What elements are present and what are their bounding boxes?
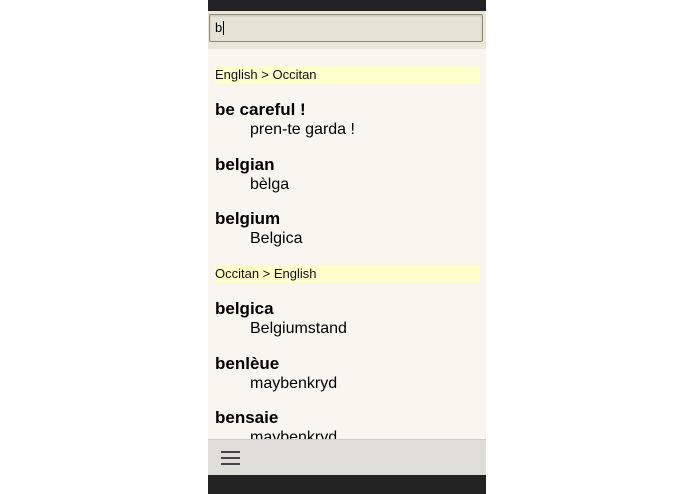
entry-term[interactable]: belgium [215, 209, 280, 229]
entry-definition: maybenkryd [250, 429, 338, 439]
phone-screen: b English > Occitan be careful ! pren-te… [208, 0, 486, 494]
entry-definition: Belgiumstand [250, 320, 347, 337]
menu-icon-line [221, 463, 240, 465]
status-bar [208, 0, 486, 11]
entry-term[interactable]: belgica [215, 299, 274, 319]
entry-definition: bèlga [250, 176, 290, 193]
menu-icon[interactable] [218, 446, 244, 470]
section-header-english-occitan: English > Occitan [215, 66, 480, 84]
search-input-value: b [215, 20, 223, 35]
navigation-bar [208, 475, 486, 494]
entry-term[interactable]: bensaie [215, 408, 278, 428]
entry-term[interactable]: be careful ! [215, 100, 306, 120]
entry-definition: pren-te garda ! [250, 121, 355, 138]
entry-definition: Belgica [250, 230, 303, 247]
search-bar: b [208, 11, 486, 49]
menu-icon-line [221, 451, 240, 453]
entry-definition: maybenkryd [250, 375, 338, 392]
section-header-occitan-english: Occitan > English [215, 265, 480, 283]
search-input[interactable]: b [209, 14, 483, 42]
bottom-toolbar [208, 439, 486, 475]
menu-icon-line [221, 457, 240, 459]
entry-term[interactable]: belgian [215, 155, 275, 175]
entry-term[interactable]: benlèue [215, 354, 279, 374]
text-cursor [223, 21, 225, 35]
results-list[interactable]: English > Occitan be careful ! pren-te g… [208, 49, 486, 439]
